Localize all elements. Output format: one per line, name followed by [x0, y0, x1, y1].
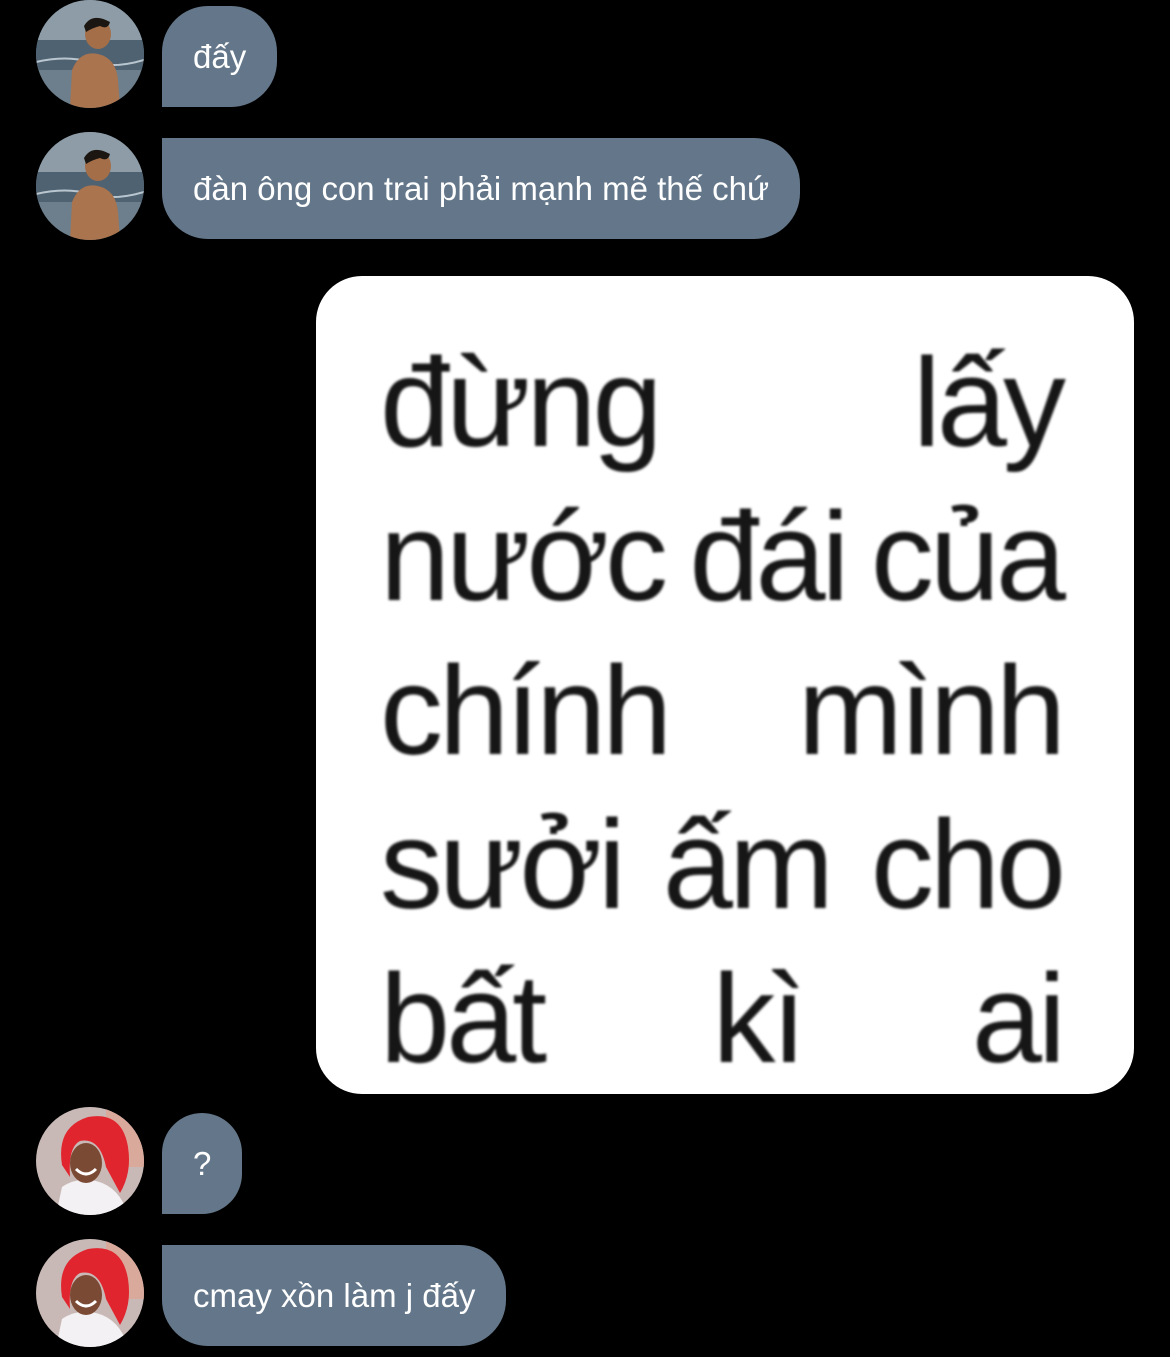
sticker-line: đừng lấy	[380, 328, 1066, 478]
avatar[interactable]	[36, 1239, 144, 1347]
message-text: ?	[193, 1144, 212, 1182]
sticker-line: nước đái của	[380, 482, 1066, 632]
sticker-word: nước	[380, 486, 668, 627]
sticker-word: ấm	[662, 794, 834, 935]
sticker-word: sưởi	[380, 794, 626, 935]
message-bubble[interactable]: đấy	[162, 6, 278, 107]
message-bubble[interactable]: ?	[162, 1113, 243, 1214]
shirtless-man-at-sea-avatar-icon	[36, 132, 144, 240]
message-text: đấy	[193, 37, 247, 75]
message-bubble[interactable]: đàn ông con trai phải mạnh mẽ thế chứ	[162, 138, 801, 239]
person-red-hood-avatar-icon	[36, 1107, 144, 1215]
message-bubble[interactable]: cmay xồn làm j đấy	[162, 1245, 507, 1346]
message-text: đàn ông con trai phải mạnh mẽ thế chứ	[193, 169, 770, 207]
sticker-image[interactable]: đừng lấy nước đái của chính mình sưởi ấm…	[316, 276, 1134, 1094]
sticker-word: của	[870, 486, 1066, 627]
avatar[interactable]	[36, 132, 144, 240]
sticker-line: bất kì ai	[380, 944, 1066, 1094]
sticker-word: chính	[380, 640, 672, 781]
sticker-word: cho	[870, 794, 1066, 935]
sticker-line: chính mình	[380, 636, 1066, 786]
sticker-word: mình	[797, 640, 1066, 781]
sticker-line: sưởi ấm cho	[380, 790, 1066, 940]
sticker-word: lấy	[912, 332, 1066, 473]
message-text: cmay xồn làm j đấy	[193, 1276, 476, 1314]
avatar[interactable]	[36, 1107, 144, 1215]
person-red-hood-avatar-icon	[36, 1239, 144, 1347]
sticker-word: ai	[971, 948, 1066, 1089]
sticker-word: bất	[380, 948, 547, 1089]
avatar[interactable]	[36, 0, 144, 108]
sticker-word: kì	[712, 948, 807, 1089]
sticker-word: đừng	[380, 332, 663, 473]
shirtless-man-at-sea-avatar-icon	[36, 0, 144, 108]
sticker-word: đái	[689, 486, 849, 627]
